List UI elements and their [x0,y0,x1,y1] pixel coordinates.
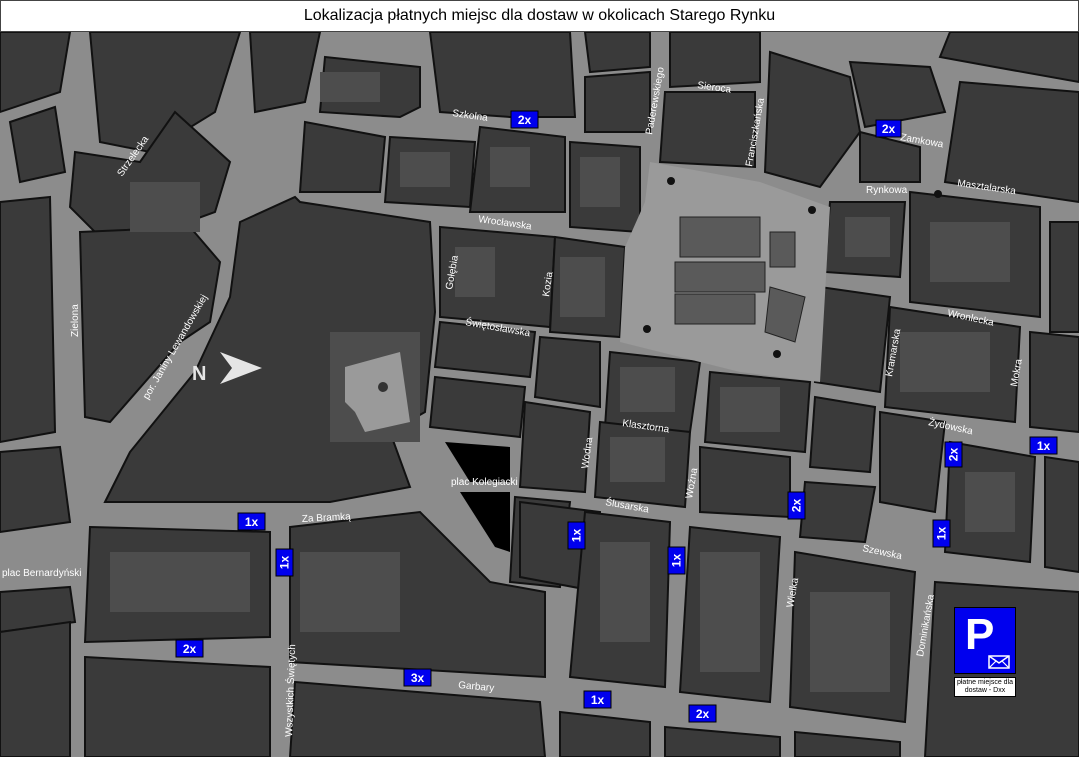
delivery-spot-garbary-2: 1x [583,690,612,709]
svg-text:1x: 1x [1037,439,1051,453]
parking-letter: P [965,610,995,659]
delivery-spot-zydowska-2: 2x [944,441,963,468]
north-arrow-label: N [192,363,206,385]
legend: P płatne miejsce dla dostaw - Dxx [954,607,1016,697]
delivery-spot-wodna: 1x [567,521,586,550]
street-label: Rynkowa [866,185,908,196]
svg-text:1x: 1x [670,554,684,568]
street-label: plac Bernardyński [2,568,81,579]
street-label: Zielona [70,304,81,337]
delivery-spot-szkolna: 2x [510,110,539,129]
map-title-bar: Lokalizacja płatnych miejsc dla dostaw w… [0,0,1079,32]
delivery-spot-wielka: 2x [787,491,806,520]
delivery-spot-zydowska: 1x [1029,436,1058,455]
svg-text:1x: 1x [278,556,292,570]
street-label: plac Kolegiacki [451,477,518,488]
svg-text:1x: 1x [935,527,949,541]
svg-text:2x: 2x [518,113,532,127]
map: N Szkolna Paderewskiego Sieroca Francisz… [0,32,1079,757]
delivery-spot-wozna: 1x [667,546,686,575]
svg-text:2x: 2x [882,122,896,136]
svg-text:2x: 2x [696,707,710,721]
envelope-icon [988,655,1010,669]
svg-text:1x: 1x [245,515,259,529]
svg-text:2x: 2x [947,448,961,462]
svg-text:2x: 2x [183,642,197,656]
map-title: Lokalizacja płatnych miejsc dla dostaw w… [303,7,776,24]
delivery-spot-wszystkich-swietych: 1x [275,548,294,577]
delivery-spot-garbary-west: 2x [175,639,204,658]
legend-caption: płatne miejsce dla dostaw - Dxx [954,677,1016,697]
svg-text:1x: 1x [570,529,584,543]
svg-text:1x: 1x [591,693,605,707]
svg-text:2x: 2x [790,499,804,513]
delivery-spot-garbary-3: 2x [688,704,717,723]
delivery-spot-dominikanska: 1x [932,519,951,548]
delivery-spot-zamkowa: 2x [875,119,902,138]
delivery-spot-garbary: 3x [403,668,432,687]
legend-parking-sign: P [954,607,1016,674]
delivery-spot-za-bramka: 1x [237,512,266,531]
svg-text:3x: 3x [411,671,425,685]
